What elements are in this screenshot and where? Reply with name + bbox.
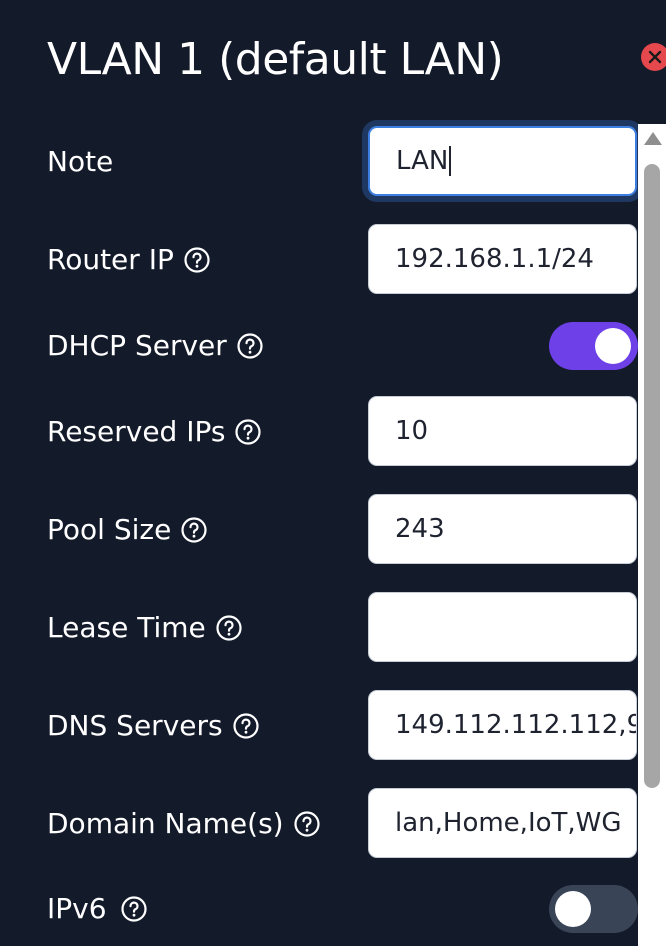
lease-time-label-row: Lease Time (47, 608, 242, 648)
dialog-title: VLAN 1 (default LAN) (47, 34, 504, 85)
pool-size-input-value: 243 (395, 514, 445, 544)
close-icon (648, 50, 662, 64)
router-ip-input[interactable]: 192.168.1.1/24 (368, 224, 637, 294)
ipv6-toggle[interactable] (549, 885, 638, 933)
question-circle-icon[interactable] (181, 517, 207, 543)
question-circle-icon[interactable] (235, 419, 262, 445)
text-caret (449, 146, 452, 176)
scrollbar-thumb[interactable] (644, 164, 660, 788)
question-circle-icon[interactable] (293, 811, 320, 837)
dhcp-server-toggle[interactable] (549, 322, 638, 370)
question-circle-icon[interactable] (216, 615, 242, 641)
note-input-value: LAN (396, 146, 449, 176)
scroll-up-arrow-icon[interactable] (644, 132, 662, 145)
note-label-row: Note (47, 142, 113, 182)
lease-time-label: Lease Time (47, 611, 206, 644)
dns-servers-label-row: DNS Servers (47, 706, 259, 746)
router-ip-label-row: Router IP (47, 240, 210, 280)
question-circle-icon[interactable] (232, 713, 259, 739)
dns-servers-input[interactable]: 149.112.112.112,9.9.9.9 (368, 690, 637, 760)
dhcp-server-label-row: DHCP Server (47, 326, 263, 366)
toggle-knob (595, 328, 631, 364)
note-input[interactable]: LAN (368, 126, 637, 196)
question-circle-icon[interactable] (237, 333, 263, 359)
reserved-ips-input-value: 10 (395, 416, 429, 446)
router-ip-input-value: 192.168.1.1/24 (395, 244, 594, 274)
dhcp-server-label: DHCP Server (47, 329, 227, 362)
toggle-knob (555, 891, 591, 927)
reserved-ips-label: Reserved IPs (47, 415, 226, 448)
question-circle-icon[interactable] (184, 247, 210, 273)
reserved-ips-label-row: Reserved IPs (47, 412, 262, 452)
close-button[interactable] (641, 43, 666, 71)
pool-size-input[interactable]: 243 (368, 494, 637, 564)
note-label: Note (47, 145, 114, 178)
question-circle-icon[interactable] (120, 896, 147, 922)
domain-names-label-row: Domain Name(s) (47, 804, 320, 844)
vlan-settings-panel: VLAN 1 (default LAN) Note LAN Router IP … (0, 0, 666, 946)
domain-names-input[interactable]: lan,Home,IoT,WG (368, 788, 637, 858)
vertical-scrollbar[interactable] (638, 124, 666, 946)
router-ip-label: Router IP (47, 243, 174, 276)
domain-names-input-value: lan,Home,IoT,WG (395, 808, 622, 838)
reserved-ips-input[interactable]: 10 (368, 396, 637, 466)
pool-size-label: Pool Size (47, 513, 172, 546)
ipv6-label-row: IPv6 (47, 889, 147, 929)
ipv6-label: IPv6 (47, 892, 107, 925)
pool-size-label-row: Pool Size (47, 510, 207, 550)
domain-names-label: Domain Name(s) (47, 807, 284, 840)
dns-servers-label: DNS Servers (47, 709, 223, 742)
lease-time-input[interactable] (368, 592, 637, 662)
dns-servers-input-value: 149.112.112.112,9.9.9.9 (395, 710, 637, 740)
